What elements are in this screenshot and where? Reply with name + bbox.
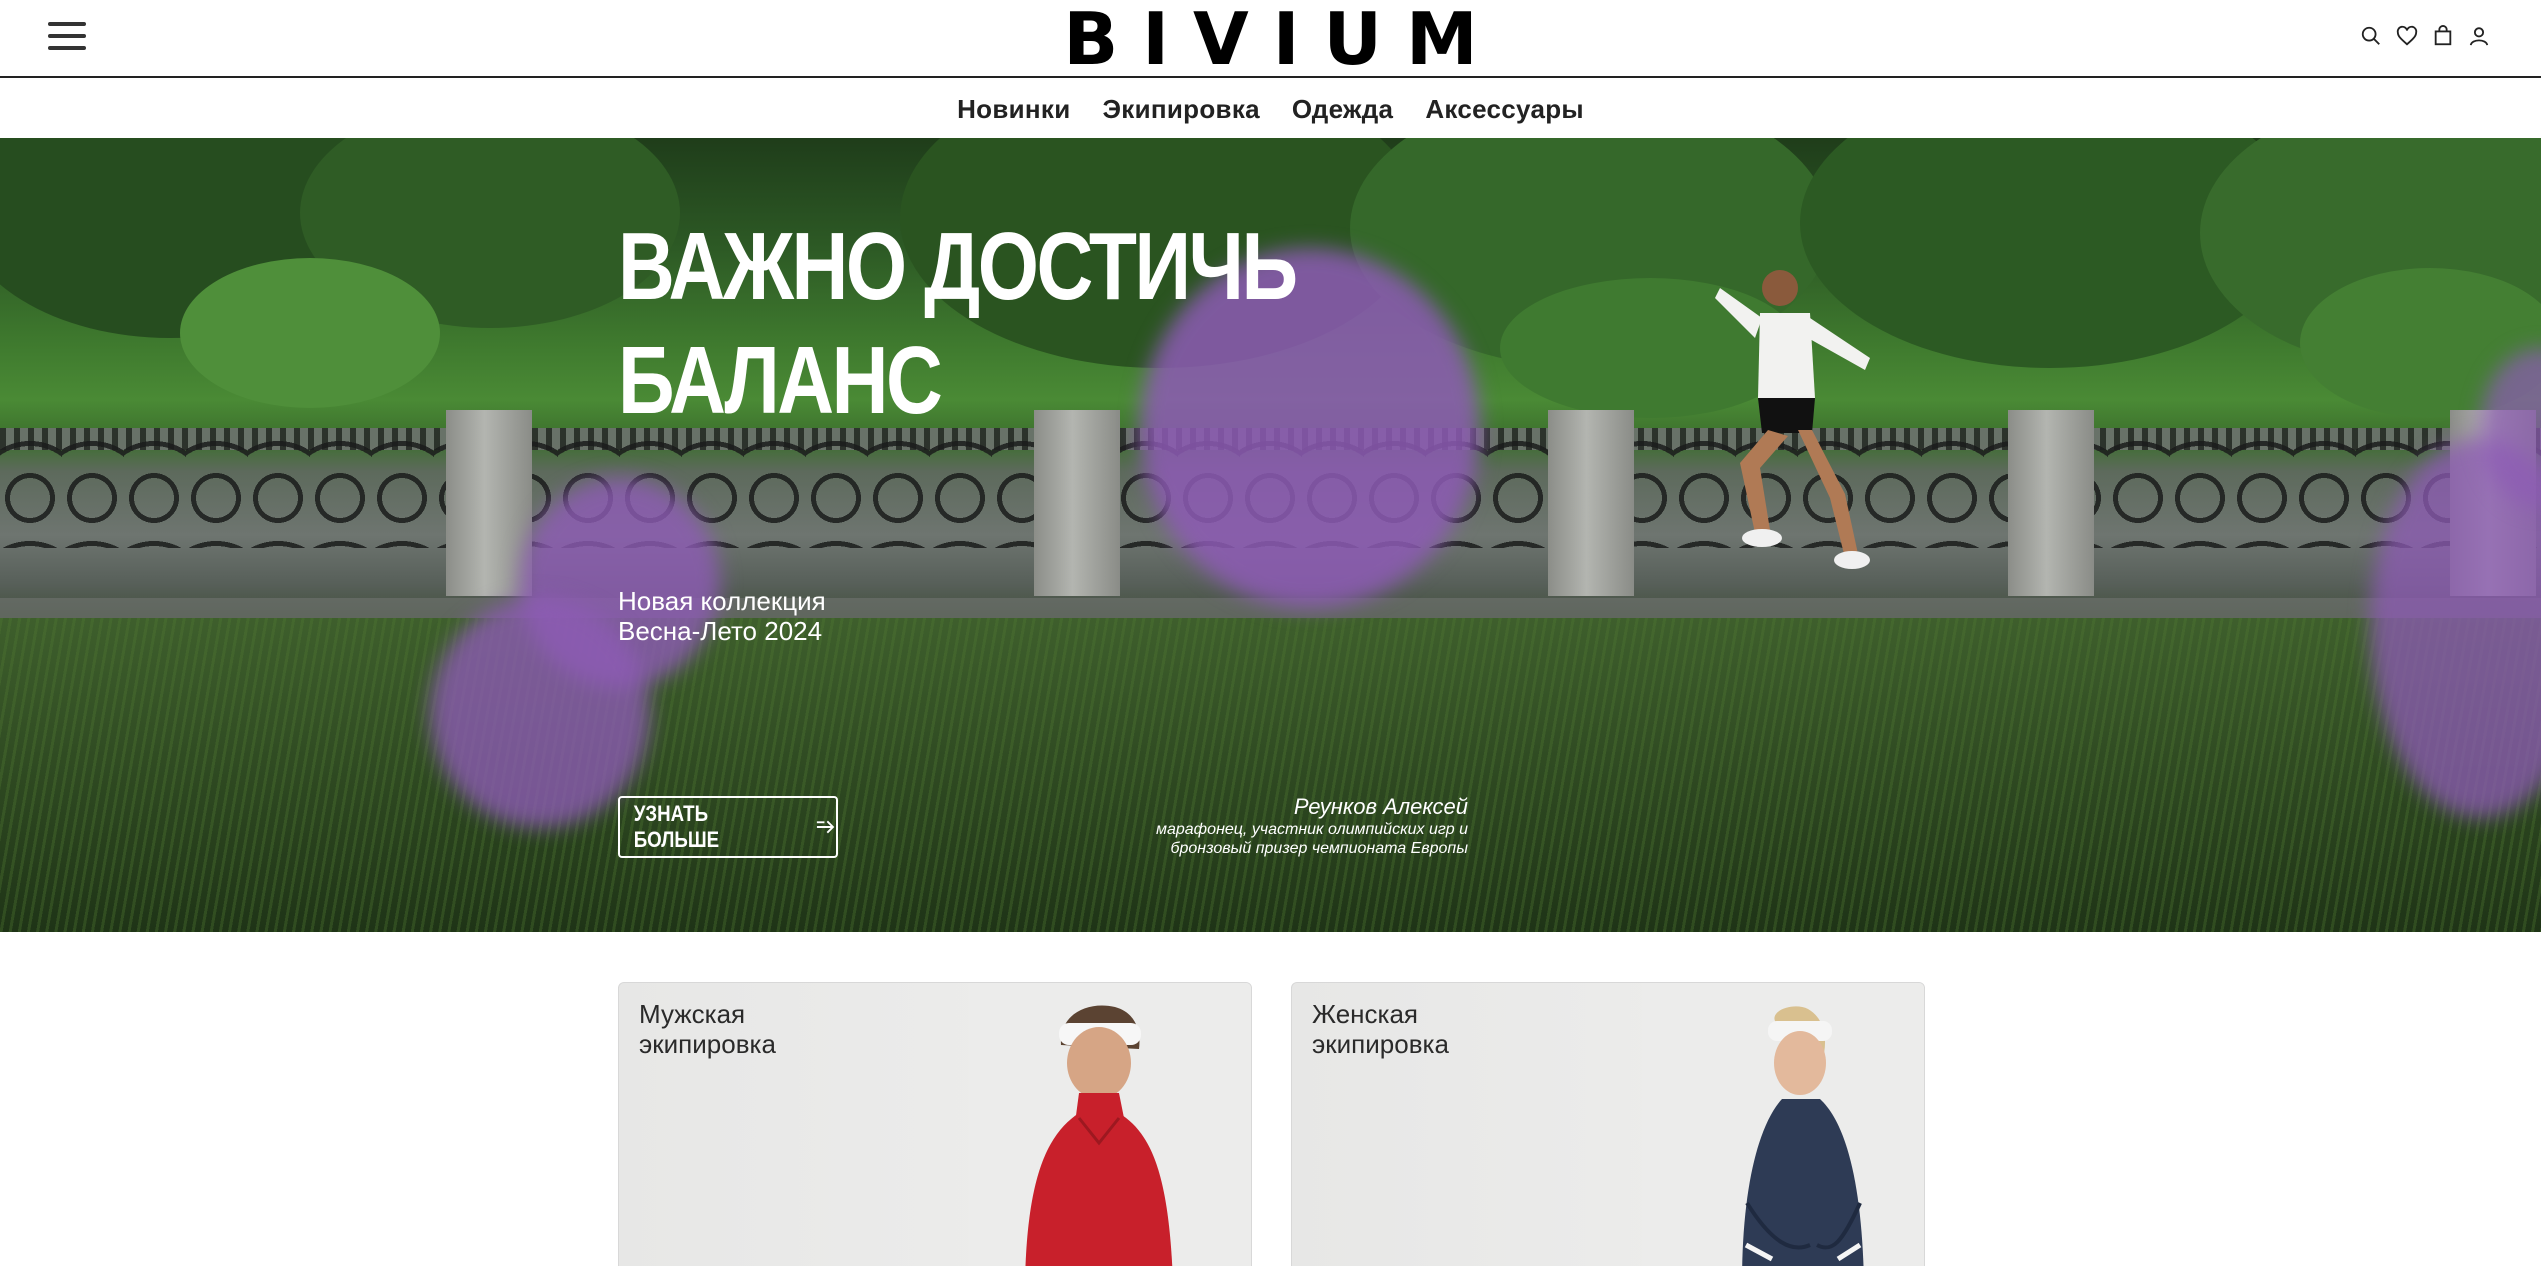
athlete-desc-line2: бронзовый призер чемпионата Европы xyxy=(1170,840,1469,857)
brand-logo[interactable]: BIVIUM xyxy=(0,2,2541,76)
nav-item-equipment[interactable]: Экипировка xyxy=(1103,94,1260,125)
athlete-caption: Реунков Алексей марафонец, участник олим… xyxy=(1156,794,1468,858)
hero-banner: ВАЖНО ДОСТИЧЬ БАЛАНС Новая коллекция Вес… xyxy=(0,138,2541,932)
railing-pillar xyxy=(1548,410,1634,596)
hero-subtitle-line1: Новая коллекция xyxy=(618,586,826,616)
header-icons xyxy=(2359,24,2491,48)
header: BIVIUM xyxy=(0,0,2541,78)
main-nav: Новинки Экипировка Одежда Аксессуары xyxy=(0,80,2541,138)
category-cards: Мужская экипировка Женская экипировка xyxy=(618,982,1925,1266)
category-title-line1: Мужская xyxy=(639,999,746,1029)
hero-title-line2: БАЛАНС xyxy=(618,327,943,434)
search-icon[interactable] xyxy=(2359,24,2383,48)
athlete-desc-line1: марафонец, участник олимпийских игр и xyxy=(1155,821,1468,838)
category-title-line2: экипировка xyxy=(639,1029,776,1059)
nav-item-new[interactable]: Новинки xyxy=(957,94,1070,125)
allium-flower xyxy=(430,598,650,828)
railing-pillar xyxy=(446,410,532,596)
women-model-image xyxy=(1642,983,1924,1266)
user-icon[interactable] xyxy=(2467,24,2491,48)
nav-item-accessories[interactable]: Аксессуары xyxy=(1425,94,1584,125)
railing-pillar xyxy=(2008,410,2094,596)
category-title-line2: экипировка xyxy=(1312,1029,1449,1059)
hero-subtitle: Новая коллекция Весна-Лето 2024 xyxy=(618,586,826,646)
heart-icon[interactable] xyxy=(2395,24,2419,48)
learn-more-label: УЗНАТЬ БОЛЬШЕ xyxy=(633,801,720,852)
runner-figure xyxy=(1715,270,1870,569)
bag-icon[interactable] xyxy=(2431,24,2455,48)
arrow-right-icon xyxy=(817,820,835,834)
category-title-men: Мужская экипировка xyxy=(639,999,859,1059)
grass xyxy=(0,618,2541,932)
men-model-image xyxy=(969,983,1251,1266)
hero-title-line1: ВАЖНО ДОСТИЧЬ xyxy=(618,213,1298,320)
athlete-name: Реунков Алексей xyxy=(1293,794,1468,819)
category-card-women[interactable]: Женская экипировка xyxy=(1291,982,1925,1266)
hero-title: ВАЖНО ДОСТИЧЬ БАЛАНС xyxy=(618,210,1298,438)
category-title-line1: Женская xyxy=(1312,999,1418,1029)
learn-more-button[interactable]: УЗНАТЬ БОЛЬШЕ xyxy=(618,796,838,858)
nav-item-clothing[interactable]: Одежда xyxy=(1292,94,1393,125)
category-card-men[interactable]: Мужская экипировка xyxy=(618,982,1252,1266)
category-title-women: Женская экипировка xyxy=(1312,999,1532,1059)
hero-tree xyxy=(180,258,440,408)
hero-subtitle-line2: Весна-Лето 2024 xyxy=(618,616,823,646)
